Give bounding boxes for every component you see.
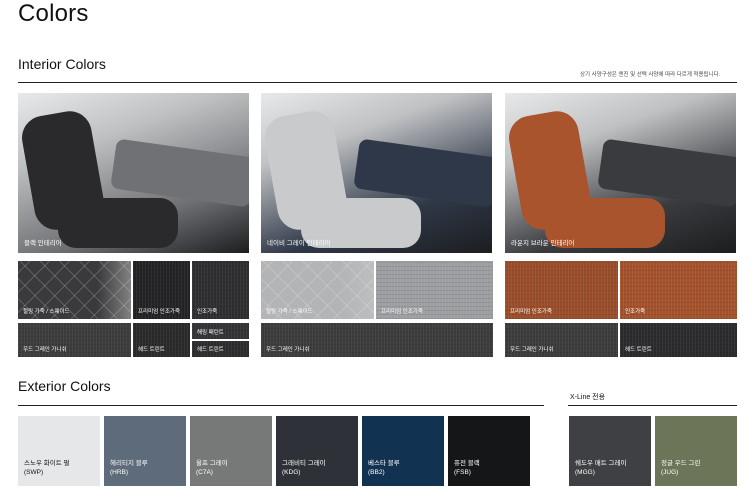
exterior-color-code: (JUG) [661, 469, 679, 476]
material-tile[interactable]: 헤드 트린트 [192, 341, 249, 357]
material-label: 우드 그레인 가니쉬 [266, 347, 310, 353]
exterior-color-code: (SWP) [24, 469, 44, 476]
material-tile[interactable]: 헤드 트린트 [133, 323, 190, 357]
exterior-color-code: (HRB) [110, 469, 129, 476]
exterior-divider [18, 405, 544, 406]
exterior-color-swatch[interactable]: 헤리티지 블루 (HRB) [104, 416, 186, 486]
exterior-color-swatch[interactable]: 스노우 화이트 펄 (SWP) [18, 416, 100, 486]
material-tile[interactable]: 프리미엄 인조가죽 [376, 261, 493, 319]
interior-image-navy-gray[interactable]: 네이비 그레이 인테리어 [261, 93, 492, 253]
material-label: 헤드 트린트 [625, 347, 652, 353]
exterior-color-code: (KDG) [282, 469, 301, 476]
exterior-color-name: 쉐도우 매트 그레이 (MGG) [575, 459, 626, 477]
material-label: 프리미엄 인조가죽 [138, 309, 181, 315]
material-label: 인조가죽 [197, 309, 218, 315]
material-label: 헤드 트린트 [138, 347, 165, 353]
exterior-color-label: 스노우 화이트 펄 [24, 460, 70, 467]
material-tile[interactable]: 우드 그레인 가니쉬 [18, 323, 131, 357]
material-label: 인조가죽 [625, 309, 646, 315]
exterior-color-code: (MGG) [575, 469, 595, 476]
seat-cushion-shape [58, 198, 178, 248]
exterior-color-name: 스노우 화이트 펄 (SWP) [24, 459, 69, 477]
interior-divider [18, 82, 737, 83]
material-label: 프리미엄 인조가죽 [510, 309, 553, 315]
exterior-color-name: 그래비티 그레이 (KDG) [282, 459, 326, 477]
material-tile[interactable]: 프리미엄 인조가죽 [505, 261, 618, 319]
exterior-color-label: 퓨전 블랙 [454, 460, 480, 467]
exterior-color-code: (BB2) [368, 469, 385, 476]
exterior-color-code: (FSB) [454, 469, 471, 476]
interior-image-caption: 라운지 브라운 인테리어 [511, 240, 575, 247]
material-label: 헐링 가죽 / 스웨이드 [266, 309, 313, 315]
exterior-section-title: Exterior Colors [18, 378, 111, 394]
exterior-color-swatch[interactable]: 정글 우드 그린 (JUG) [655, 416, 737, 486]
exterior-color-label: 쉐도우 매트 그레이 [575, 460, 627, 467]
interior-image-caption: 네이비 그레이 인테리어 [267, 240, 331, 247]
exterior-color-label: 정글 우드 그린 [661, 460, 701, 467]
material-tile[interactable]: 우드 그레인 가니쉬 [505, 323, 618, 357]
material-label: 헤드 트린트 [197, 347, 224, 353]
exterior-color-label: 베스타 블루 [368, 460, 400, 467]
material-label: 헐링 가죽 / 스웨이드 [23, 309, 70, 315]
interior-image-black[interactable]: 블랙 인테리어 [18, 93, 249, 253]
exterior-color-swatch[interactable]: 베스타 블루 (BB2) [362, 416, 444, 486]
exterior-color-swatch[interactable]: 쉐도우 매트 그레이 (MGG) [569, 416, 651, 486]
material-tile[interactable]: 프리미엄 인조가죽 [133, 261, 190, 319]
interior-section-title: Interior Colors [18, 56, 106, 72]
xline-label: X-Line 전용 [570, 394, 606, 401]
exterior-color-code: (C7A) [196, 469, 213, 476]
exterior-color-name: 헤리티지 블루 (HRB) [110, 459, 148, 477]
material-tile[interactable]: 헐링 가죽 / 스웨이드 [18, 261, 131, 319]
material-label: 프리미엄 인조가죽 [381, 309, 424, 315]
material-tile[interactable]: 헤드 트린트 [620, 323, 737, 357]
page-title: Colors [18, 0, 89, 27]
exterior-color-swatch[interactable]: 퓨전 블랙 (FSB) [448, 416, 530, 486]
interior-image-lounge-brown[interactable]: 라운지 브라운 인테리어 [505, 93, 736, 253]
material-label: 우드 그레인 가니쉬 [23, 347, 67, 353]
interior-image-caption: 블랙 인테리어 [24, 240, 62, 247]
exterior-color-name: 울프 그레이 (C7A) [196, 459, 228, 477]
material-label: 우드 그레인 가니쉬 [510, 347, 554, 353]
exterior-color-label: 그래비티 그레이 [282, 460, 326, 467]
exterior-color-label: 울프 그레이 [196, 460, 228, 467]
exterior-color-swatch[interactable]: 그래비티 그레이 (KDG) [276, 416, 358, 486]
material-tile[interactable]: 헐링 가죽 / 스웨이드 [261, 261, 374, 319]
exterior-color-name: 베스타 블루 (BB2) [368, 459, 400, 477]
exterior-color-label: 헤리티지 블루 [110, 460, 148, 467]
xline-divider [568, 405, 737, 406]
material-tile[interactable]: 해링 패턴트 [192, 323, 249, 339]
material-tile[interactable]: 인조가죽 [192, 261, 249, 319]
material-tile[interactable]: 우드 그레인 가니쉬 [261, 323, 493, 357]
material-tile[interactable]: 인조가죽 [620, 261, 737, 319]
exterior-color-name: 정글 우드 그린 (JUG) [661, 459, 701, 477]
exterior-color-name: 퓨전 블랙 (FSB) [454, 459, 480, 477]
interior-note: 상기 사양구성은 엔진 및 선택 사양에 따라 다르게 적용됩니다. [580, 72, 721, 78]
exterior-color-swatch[interactable]: 울프 그레이 (C7A) [190, 416, 272, 486]
material-label: 해링 패턴트 [197, 330, 224, 336]
